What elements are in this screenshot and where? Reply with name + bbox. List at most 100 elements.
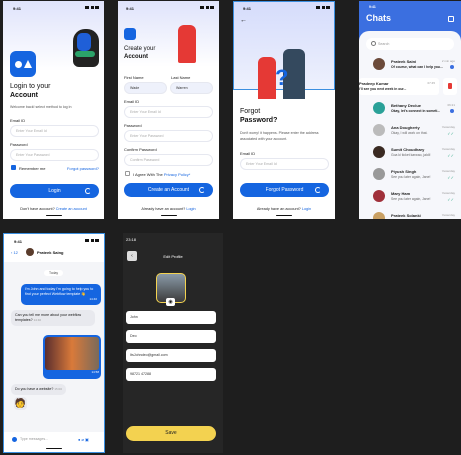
chat-list-item[interactable]: Prateek Saini Of course, what can I help … (359, 54, 461, 75)
chat-list-item[interactable]: Mary Ham See you later again, Jane! Yester… (359, 186, 461, 207)
chat-list-item[interactable]: Bethany Declue Okay, let's connect in som… (359, 98, 461, 119)
footer-text: Don't have account? (20, 207, 55, 211)
password-input[interactable]: Enter Your Password (10, 149, 99, 161)
message-time: 15:00 (54, 387, 62, 391)
chat-list-item[interactable]: Prateek Solanki Yesterday (359, 208, 461, 219)
status-time: 9:41 (243, 6, 252, 11)
message-text: Do you have a website? (15, 387, 54, 391)
trash-icon (448, 83, 452, 89)
chat-name: Prateek Solanki (391, 213, 421, 218)
chats-screen: 9:41 Chats Search Prateek Saini Of course… (359, 1, 461, 219)
app-logo (10, 51, 36, 77)
status-icons (316, 6, 330, 9)
title-line2: Account (10, 92, 38, 99)
login-button[interactable]: Login (10, 184, 99, 198)
create-account-button[interactable]: Create an Account (124, 183, 213, 197)
avatar (373, 124, 385, 136)
last-name-input[interactable]: Deo (126, 330, 216, 343)
email-label: Email ID (240, 151, 256, 156)
avatar (373, 190, 385, 202)
chat-preview: See you later again, Jane! (391, 197, 431, 201)
chat-time: Yesterday (441, 125, 455, 129)
status-time: 9:41 (13, 6, 22, 11)
unread-badge (450, 109, 454, 113)
agree-checkbox[interactable] (125, 171, 130, 176)
camera-icon[interactable]: ◉ (166, 298, 175, 306)
footer: Already have an account? Login (118, 207, 219, 211)
email-input[interactable]: Enter Your Email Id (124, 106, 213, 118)
first-name-label: First Name (124, 75, 144, 80)
footer-text: Already have an account? (141, 207, 186, 211)
status-icons (200, 6, 214, 9)
login-button-label: Login (48, 188, 61, 194)
message-time: 14:40 (89, 297, 97, 301)
save-button[interactable]: Save (126, 426, 216, 441)
chat-time: Yesterday (441, 169, 455, 173)
chat-list-item[interactable]: Piyush Singh See you later again, Jane! Ye… (359, 164, 461, 185)
first-name-input[interactable]: Wade (124, 82, 167, 94)
email-input[interactable]: Enter Your Email Id (10, 125, 99, 137)
remember-checkbox[interactable] (11, 165, 16, 170)
search-placeholder: Search (378, 42, 390, 46)
privacy-policy-link[interactable]: Privacy Policy* (164, 172, 190, 177)
chat-preview: See you later again, Jane! (391, 175, 431, 179)
status-time: 9:41 (126, 6, 135, 11)
forgot-link[interactable]: Forgot password? (67, 166, 99, 171)
title: Edit Profile (163, 254, 183, 259)
chat-list-item[interactable]: Sumit Choudhary Goa ki ticket karwao, jal… (359, 142, 461, 163)
subtitle: Don't worry! it happens. Please enter th… (240, 131, 319, 141)
login-link[interactable]: Login (186, 207, 195, 211)
message-time: 14:40 (33, 318, 42, 322)
avatar (373, 58, 385, 70)
delete-button[interactable] (443, 78, 457, 95)
conversation-screen: 9:41 ‹ 12 Prateek Saing Today I'm John a… (3, 233, 105, 453)
loader-icon (85, 188, 91, 194)
sticker-emoji: 🧑 (14, 397, 27, 410)
double-check-icon: ✓✓ (447, 197, 454, 202)
image-message[interactable]: 14:58 (43, 335, 101, 379)
status-time: 9:41 (369, 5, 376, 9)
signup-screen: 9:41 Create your Account First Name Last… (118, 1, 219, 219)
search-input[interactable]: Search (366, 38, 454, 50)
back-button[interactable]: ‹ 12 (11, 250, 18, 255)
chat-time: Yesterday (441, 213, 455, 217)
chat-time: Yesterday (441, 191, 455, 195)
agree-text: I Agree With The Privacy Policy* (133, 172, 190, 177)
confirm-label: Confirm Password (124, 147, 157, 152)
forgot-button-label: Forgot Password (265, 187, 304, 193)
create-account-link[interactable]: Create an account (56, 207, 87, 211)
emoji-button[interactable] (12, 437, 17, 442)
forgot-screen: 9:41 ← ? Forgot Password? Don't worry! i… (233, 1, 335, 219)
photo (45, 337, 99, 370)
avatar (373, 102, 385, 114)
password-input[interactable]: Enter Your Password (124, 130, 213, 142)
agree-label: I Agree With The (133, 172, 163, 177)
email-input[interactable]: Enter Your Email Id (240, 158, 329, 170)
subtitle: Welcome back! select method to log in (10, 105, 72, 109)
back-arrow-icon[interactable]: ← (240, 17, 247, 24)
chat-preview: Of course, what can I help you... (391, 65, 443, 69)
last-name-input[interactable]: Warren (170, 82, 213, 94)
avatar (373, 146, 385, 158)
create-account-label: Create an Account (147, 187, 190, 193)
chat-list-item[interactable]: Ana Dougherty Okay, I will work on that. Y… (359, 120, 461, 141)
status-time: 23:18 (126, 237, 137, 242)
forgot-password-button[interactable]: Forgot Password (240, 183, 329, 197)
chats-title: Chats (366, 13, 392, 23)
person-illustration (73, 29, 99, 67)
chat-time: 2 min ago (441, 59, 455, 63)
first-name-input[interactable]: John (126, 311, 216, 324)
email-input[interactable]: ItsJohndeo@gmail.com (126, 349, 216, 362)
phone-input[interactable]: 98721 47288 (126, 368, 216, 381)
chat-name: Sumit Choudhary (391, 147, 425, 152)
login-link[interactable]: Login (302, 207, 311, 211)
confirm-input[interactable]: Confirm Password (124, 154, 213, 166)
chat-name: Mary Ham (391, 191, 411, 196)
title-line2: Password? (240, 117, 278, 124)
status-time: 9:41 (14, 239, 23, 244)
chat-list-item[interactable]: Pradeep Kumar I'll see you next week in o… (359, 76, 461, 97)
compose-icon[interactable] (448, 16, 454, 22)
attach-icons[interactable]: ● ⌀ ▣ (78, 437, 98, 442)
message-input[interactable]: Type messages... (20, 437, 48, 441)
edit-profile-screen: 23:18 ‹ Edit Profile ◉ John Deo ItsJohnd… (123, 233, 223, 453)
